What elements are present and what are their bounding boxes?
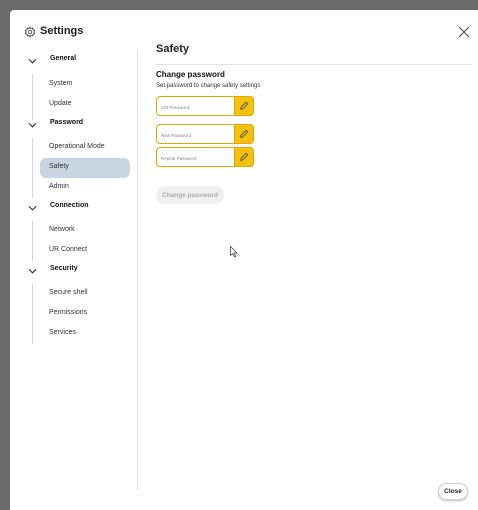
title-bar: Settings <box>10 10 478 50</box>
sidebar-item-label: Safety <box>49 163 69 170</box>
chevron-down-icon <box>28 268 37 274</box>
sidebar-item-ur-connect[interactable]: UR Connect <box>40 241 130 261</box>
gear-icon <box>24 26 36 38</box>
sidebar-item-label: System <box>49 80 73 87</box>
sidebar-item-secure-shell[interactable]: Secure shell <box>40 284 130 304</box>
new-password-edit-button[interactable] <box>234 124 254 144</box>
pencil-icon <box>240 152 249 161</box>
mouse-cursor-icon <box>230 246 238 258</box>
sidebar-item-label: Operational Mode <box>49 143 105 150</box>
pencil-icon <box>240 129 249 138</box>
old-password-input[interactable] <box>157 97 234 115</box>
tree-line <box>32 138 33 198</box>
group-label: Security <box>50 265 78 272</box>
divider <box>156 64 472 65</box>
page-title: Safety <box>156 43 190 55</box>
sidebar-item-network[interactable]: Network <box>40 221 130 241</box>
repeat-password-field <box>156 147 254 167</box>
settings-dialog: Settings General System Update Password … <box>10 10 478 510</box>
app-title: Settings <box>40 25 84 37</box>
sidebar-item-admin[interactable]: Admin <box>40 178 130 198</box>
sidebar-item-operational-mode[interactable]: Operational Mode <box>40 138 130 158</box>
sidebar-item-safety[interactable]: Safety <box>40 158 130 178</box>
repeat-password-edit-button[interactable] <box>234 147 254 167</box>
section-title: Change password <box>156 70 225 79</box>
sidebar-group-general[interactable]: General <box>10 52 138 72</box>
main-panel: Safety Change password Set password to c… <box>146 43 478 490</box>
repeat-password-input[interactable] <box>157 148 234 166</box>
new-password-input-wrap <box>156 124 234 144</box>
repeat-password-input-wrap <box>156 147 234 167</box>
sidebar-group-password[interactable]: Password <box>10 116 138 136</box>
close-x-icon[interactable] <box>456 24 472 40</box>
tree-line <box>32 221 33 261</box>
group-label: Connection <box>50 202 89 209</box>
change-password-button[interactable]: Change password <box>156 186 224 204</box>
sidebar-item-label: Permissions <box>49 309 88 316</box>
sidebar-item-label: UR Connect <box>49 246 88 253</box>
sidebar-group-security[interactable]: Security <box>10 262 138 282</box>
group-label: Password <box>50 119 84 126</box>
pencil-icon <box>240 101 249 110</box>
sidebar-item-label: Admin <box>49 183 69 190</box>
sidebar-item-label: Network <box>49 226 75 233</box>
sidebar-item-label: Update <box>49 100 72 107</box>
old-password-input-wrap <box>156 96 234 116</box>
chevron-down-icon <box>28 205 37 211</box>
sidebar-item-label: Services <box>49 329 76 336</box>
sidebar-item-system[interactable]: System <box>40 75 130 95</box>
sidebar-item-services[interactable]: Services <box>40 324 130 344</box>
sidebar-item-permissions[interactable]: Permissions <box>40 304 130 324</box>
old-password-edit-button[interactable] <box>234 96 254 116</box>
sidebar-item-label: Secure shell <box>49 289 88 296</box>
new-password-input[interactable] <box>157 125 234 143</box>
group-label: General <box>50 55 77 62</box>
sidebar: General System Update Password Operation… <box>10 50 138 490</box>
new-password-field <box>156 124 254 144</box>
chevron-down-icon <box>28 58 37 64</box>
sidebar-group-connection[interactable]: Connection <box>10 199 138 219</box>
chevron-down-icon <box>28 122 37 128</box>
old-password-field <box>156 96 254 116</box>
tree-line <box>32 74 33 120</box>
close-button[interactable]: Close <box>438 483 468 500</box>
tree-line <box>32 284 33 344</box>
sidebar-item-update[interactable]: Update <box>40 95 130 115</box>
section-description: Set password to change safety settings <box>156 83 261 89</box>
